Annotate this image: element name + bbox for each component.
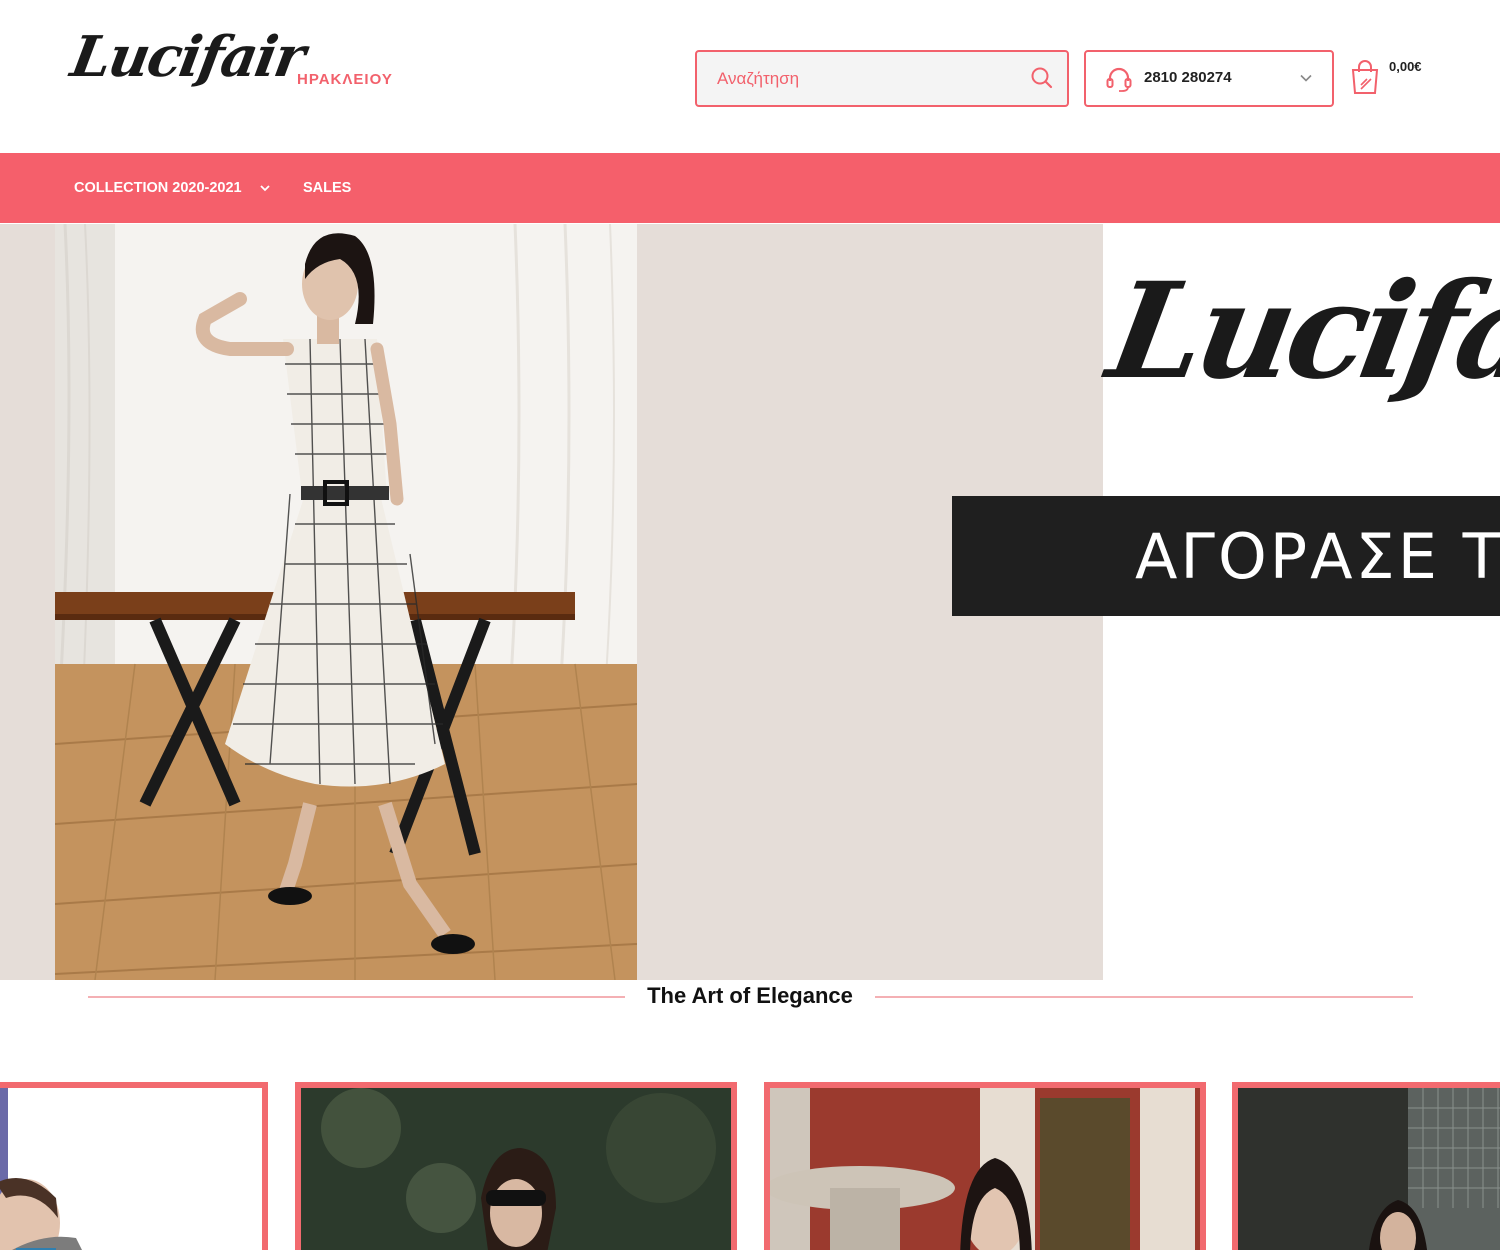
section-title: The Art of Elegance: [647, 983, 853, 1008]
logo-city-label: ΗΡΑΚΛΕΙΟΥ: [297, 71, 393, 88]
phone-number: 2810 280274: [1144, 69, 1232, 86]
search-icon: [1031, 67, 1053, 89]
hero-cta-banner[interactable]: ΑΓΟΡΑΣΕ Τ: [952, 496, 1500, 616]
chevron-down-icon[interactable]: [259, 182, 271, 194]
cart-button[interactable]: 0,00€: [1348, 56, 1448, 100]
site-header: Lucifair ΗΡΑΚΛΕΙΟΥ 2810 280274: [0, 0, 1500, 153]
logo-wordmark: Lucifair: [66, 24, 309, 90]
nav-item-sales[interactable]: SALES: [303, 180, 351, 196]
collection-card[interactable]: [0, 1082, 268, 1250]
cart-total: 0,00€: [1389, 59, 1422, 74]
search-input[interactable]: [697, 52, 1017, 105]
collection-card-image: [0, 1088, 262, 1250]
headset-icon: [1106, 67, 1132, 92]
main-navigation: COLLECTION 2020-2021 SALES: [0, 153, 1500, 223]
hero-model-photo: [55, 224, 637, 980]
collection-card[interactable]: [295, 1082, 737, 1250]
section-heading: The Art of Elegance: [0, 980, 1500, 1020]
chevron-down-icon: [1300, 74, 1312, 82]
collection-card-image: [301, 1088, 731, 1250]
collection-card-image: [1238, 1088, 1500, 1250]
search-box: [695, 50, 1069, 107]
nav-item-collection[interactable]: COLLECTION 2020-2021: [74, 180, 242, 196]
phone-dropdown[interactable]: 2810 280274: [1084, 50, 1334, 107]
collection-card-image: [770, 1088, 1200, 1250]
search-button[interactable]: [1029, 65, 1055, 91]
shopping-bag-icon: [1351, 60, 1379, 94]
hero-brand-wordmark: Lucifair: [1098, 254, 1500, 409]
collection-card[interactable]: [764, 1082, 1206, 1250]
collection-card[interactable]: [1232, 1082, 1500, 1250]
hero-slider[interactable]: Lucifair ΑΓΟΡΑΣΕ Τ: [0, 224, 1500, 980]
hero-cta-text: ΑΓΟΡΑΣΕ Τ: [1135, 520, 1500, 593]
site-logo[interactable]: Lucifair ΗΡΑΚΛΕΙΟΥ: [66, 18, 393, 128]
